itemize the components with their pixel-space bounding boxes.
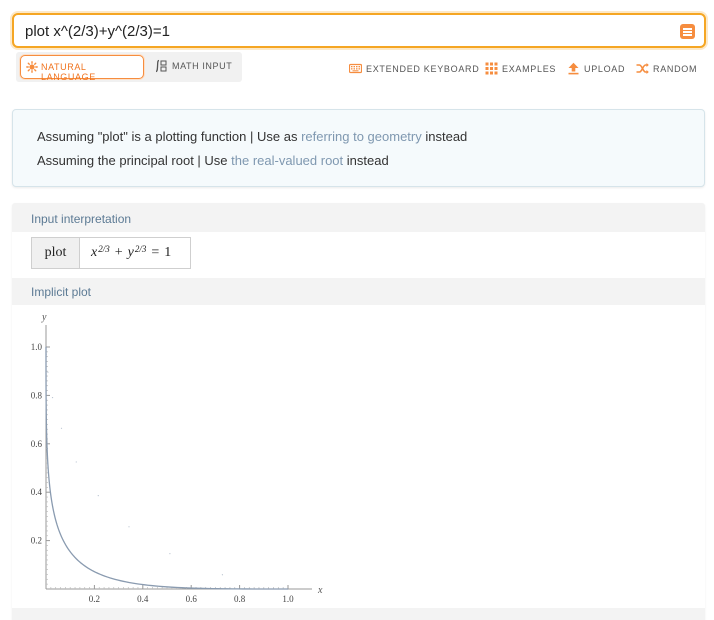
curve-point	[75, 461, 77, 463]
eq-equals: =	[151, 245, 160, 260]
curve-point	[45, 346, 47, 348]
grid-dots-icon	[485, 62, 498, 75]
input-interpretation-pod: plot x 2/3 + y 2/3 = 1	[12, 232, 705, 278]
keyboard-icon	[349, 63, 362, 74]
eq-y-exponent: 2/3	[134, 244, 147, 254]
x-tick-label: 0.2	[89, 594, 100, 604]
astroid-curve	[45, 347, 288, 590]
upload-label: UPLOAD	[584, 64, 626, 74]
assumption-text: Assuming the principal root | Use	[37, 153, 232, 168]
assumption-text-suffix: instead	[421, 129, 468, 144]
extended-keyboard-label: EXTENDED KEYBOARD	[366, 64, 480, 74]
input-interpretation-title: Input interpretation	[31, 212, 132, 226]
compute-button[interactable]	[680, 24, 695, 39]
search-input-text[interactable]: plot x^(2/3)+y^(2/3)=1	[25, 23, 170, 40]
curve-point	[169, 553, 171, 555]
input-mode-switcher: NATURAL LANGUAGE MATH INPUT	[16, 52, 242, 82]
curve-point	[128, 526, 130, 528]
assumptions-panel: Assuming "plot" is a plotting function |…	[12, 109, 705, 187]
eq-plus: +	[114, 245, 123, 260]
curve-point	[45, 353, 47, 355]
implicit-plot-chart: 0.2 0.4 0.6 0.8 1.0 0.2 0.4 0.6 0.8 1.0 x y	[31, 312, 323, 604]
examples-label: EXAMPLES	[502, 64, 557, 74]
x-tick-label: 1.0	[282, 594, 294, 604]
y-tick-label: 0.8	[31, 390, 43, 400]
y-tick-label: 0.2	[31, 536, 42, 546]
curve-point	[97, 494, 99, 497]
eq-x: x	[91, 245, 98, 260]
y-tick-label: 0.6	[31, 439, 43, 449]
assumption-text: Assuming "plot" is a plotting function |…	[37, 129, 302, 144]
x-axis-label: x	[317, 585, 323, 596]
assumption-principal-root: Assuming the principal root | Use the re…	[37, 153, 389, 168]
y-axis-label: y	[41, 312, 47, 323]
real-valued-root-link[interactable]: the real-valued root	[231, 153, 343, 168]
y-tick-label: 1.0	[31, 342, 43, 352]
x-tick-label: 0.6	[186, 594, 198, 604]
integral-icon	[155, 59, 167, 73]
sun-icon	[26, 61, 38, 73]
input-interpretation-table: plot x 2/3 + y 2/3 = 1	[31, 237, 191, 269]
y-tick-label: 0.4	[31, 487, 43, 497]
interpretation-equation: x 2/3 + y 2/3 = 1	[80, 238, 190, 268]
random-label: RANDOM	[653, 64, 698, 74]
natural-language-mode-button[interactable]: NATURAL LANGUAGE	[20, 55, 144, 82]
curve-point	[47, 371, 49, 373]
implicit-plot-pod: 0.2 0.4 0.6 0.8 1.0 0.2 0.4 0.6 0.8 1.0 x y	[12, 305, 705, 608]
eq-y: y	[127, 245, 134, 260]
natural-language-label: NATURAL LANGUAGE	[41, 62, 96, 82]
assumption-text-suffix: instead	[343, 153, 389, 168]
referring-to-geometry-link[interactable]: referring to geometry	[301, 129, 422, 144]
curve-point	[221, 574, 224, 576]
eq-rhs: 1	[164, 245, 172, 260]
curve-point	[60, 427, 63, 429]
assumption-plot-function: Assuming "plot" is a plotting function |…	[37, 129, 467, 144]
x-tick-label: 0.8	[234, 594, 246, 604]
results-panel: Input interpretation plot x 2/3 + y 2/3 = 1 Im…	[12, 203, 705, 620]
eq-x-exponent: 2/3	[98, 244, 110, 254]
implicit-plot-title: Implicit plot	[31, 285, 92, 299]
x-tick-label: 0.4	[137, 594, 149, 604]
interpretation-head: plot	[32, 238, 80, 268]
search-input[interactable]: plot x^(2/3)+y^(2/3)=1	[12, 13, 706, 48]
math-input-label: MATH INPUT	[172, 61, 233, 71]
curve-point	[51, 396, 54, 399]
curve-point	[287, 588, 289, 590]
shuffle-icon	[636, 63, 649, 74]
upload-icon	[568, 62, 579, 75]
